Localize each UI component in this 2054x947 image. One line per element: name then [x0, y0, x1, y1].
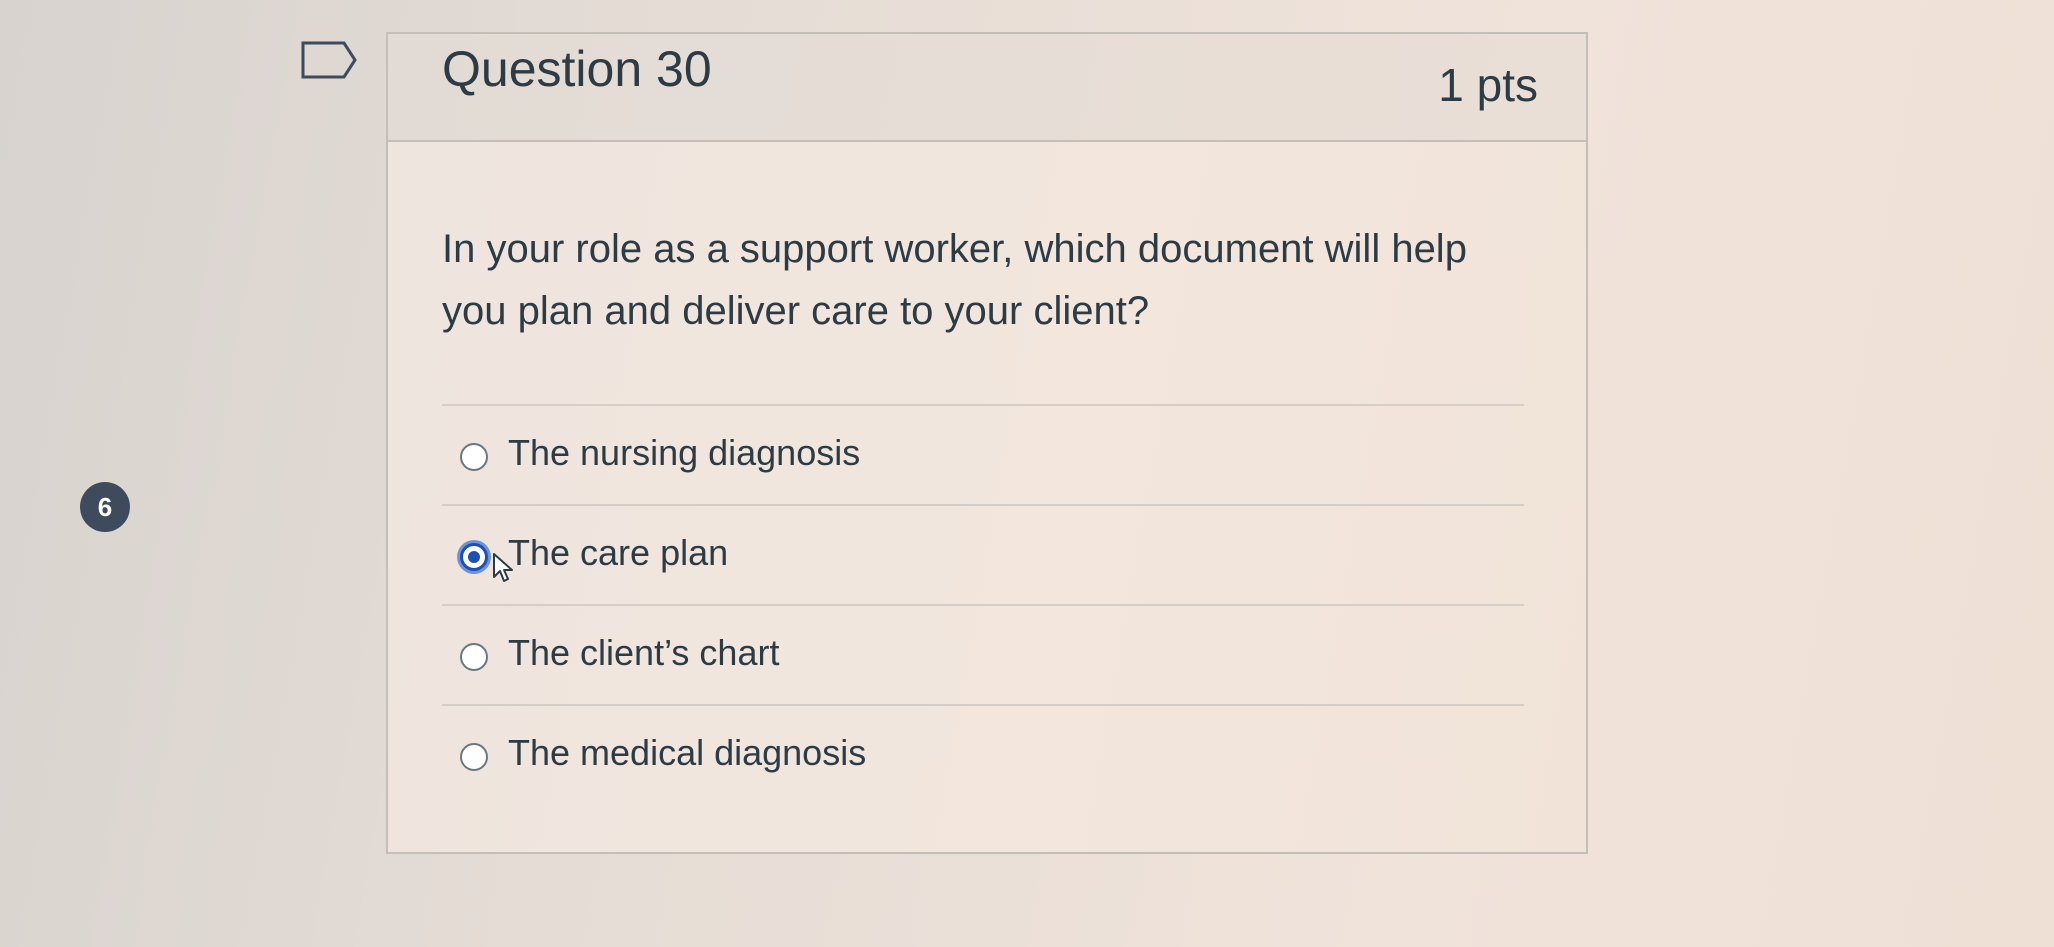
radio-button-selected[interactable] — [460, 543, 488, 571]
radio-button[interactable] — [460, 643, 488, 671]
answer-option[interactable]: The client’s chart — [442, 604, 1524, 704]
question-header: Question 30 1 pts — [388, 34, 1586, 142]
flag-question-icon[interactable] — [300, 40, 358, 80]
question-card: Question 30 1 pts In your role as a supp… — [386, 32, 1588, 854]
radio-button[interactable] — [460, 443, 488, 471]
question-points: 1 pts — [1438, 59, 1538, 111]
answer-list: The nursing diagnosis The care plan The … — [442, 404, 1524, 804]
answer-label[interactable]: The medical diagnosis — [508, 732, 866, 774]
answer-option[interactable]: The care plan — [442, 504, 1524, 604]
question-text: In your role as a support worker, which … — [442, 227, 1467, 333]
answer-option[interactable]: The nursing diagnosis — [442, 404, 1524, 504]
answer-label[interactable]: The client’s chart — [508, 632, 779, 674]
radio-button[interactable] — [460, 743, 488, 771]
question-title: Question 30 — [442, 41, 712, 97]
answer-label[interactable]: The care plan — [508, 532, 728, 574]
question-number-bubble: 6 — [80, 482, 130, 532]
answer-option[interactable]: The medical diagnosis — [442, 704, 1524, 804]
answer-label[interactable]: The nursing diagnosis — [508, 432, 860, 474]
